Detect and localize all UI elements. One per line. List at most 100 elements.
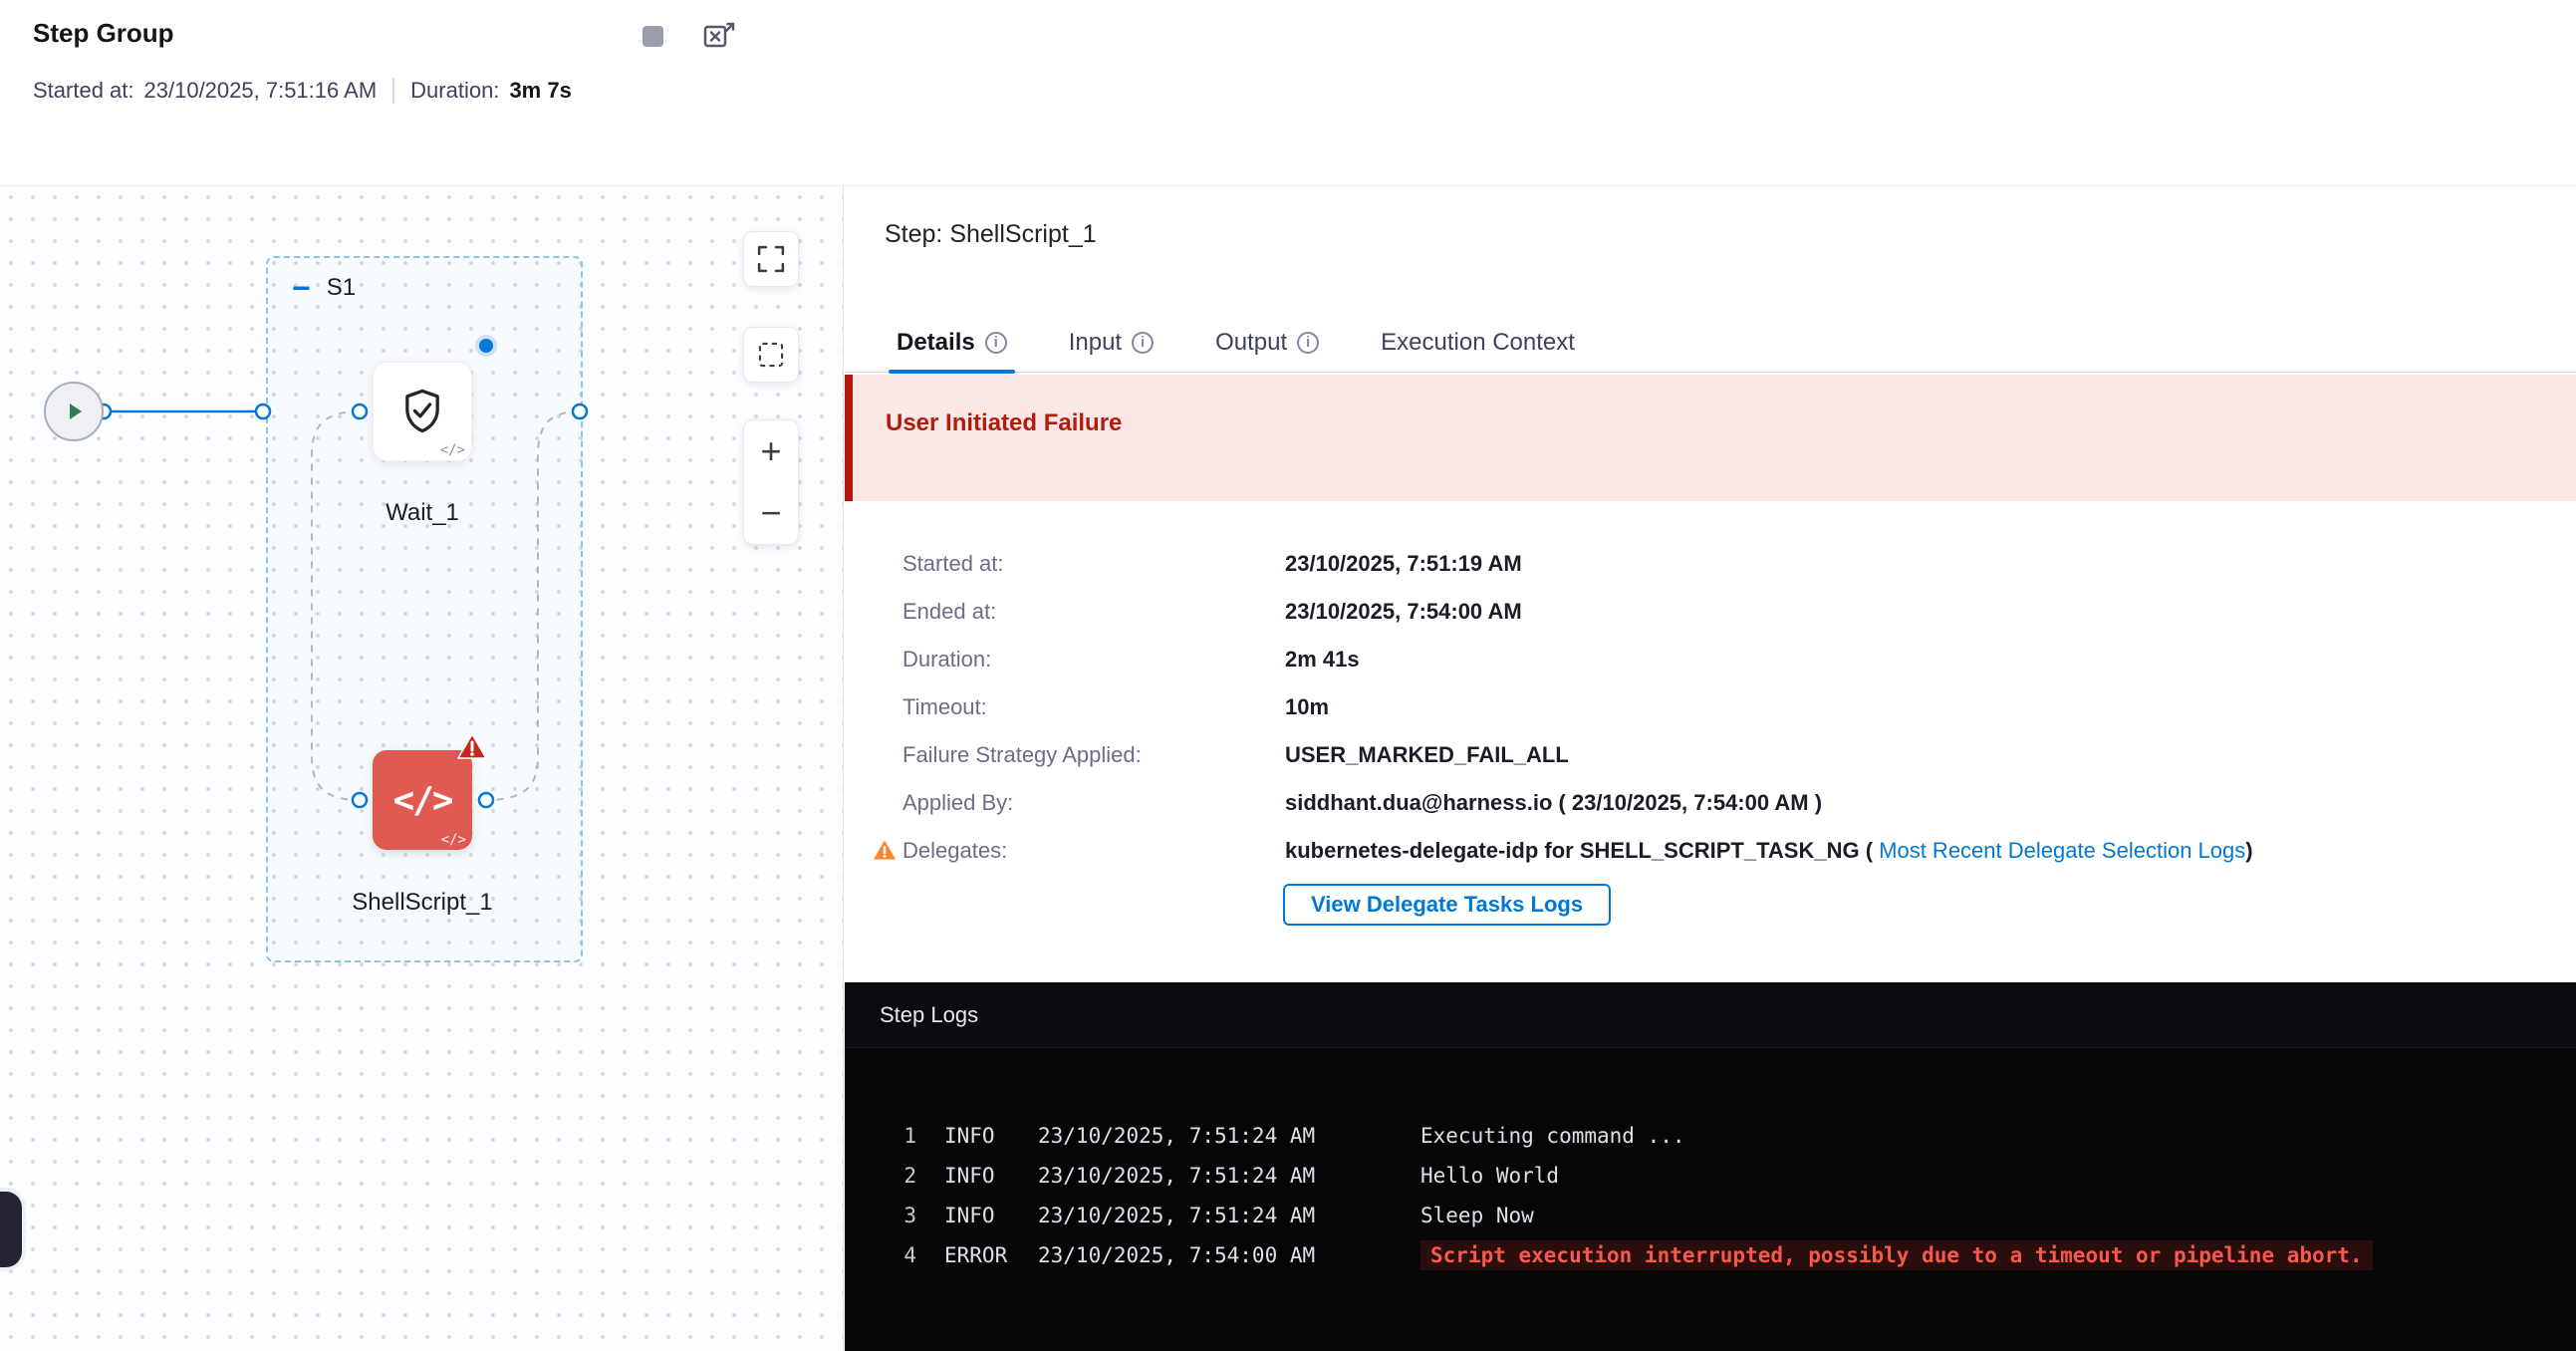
started-at-label: Started at:	[33, 78, 134, 104]
detail-value: kubernetes-delegate-idp for SHELL_SCRIPT…	[1285, 838, 2253, 864]
template-code-glyph: </>	[440, 442, 465, 458]
error-triangle-icon	[457, 732, 487, 760]
log-timestamp: 23/10/2025, 7:51:24 AM	[1038, 1164, 1420, 1188]
failure-banner-text: User Initiated Failure	[886, 409, 1122, 436]
log-line-number: 4	[881, 1243, 916, 1267]
detail-value: 23/10/2025, 7:51:19 AM	[1285, 551, 1522, 577]
tab-details-label: Details	[897, 329, 975, 357]
node-shellscript-1[interactable]: </> </>	[373, 750, 472, 850]
detail-value: siddhant.dua@harness.io ( 23/10/2025, 7:…	[1285, 790, 1822, 816]
group-header: − S1	[292, 274, 356, 302]
zoom-out-button[interactable]: −	[744, 482, 798, 544]
tab-input-label: Input	[1069, 329, 1122, 357]
log-message: Script execution interrupted, possibly d…	[1420, 1240, 2373, 1270]
tab-output[interactable]: Output i	[1215, 313, 1319, 373]
play-icon	[61, 399, 87, 424]
failure-badge	[457, 732, 487, 765]
log-timestamp: 23/10/2025, 7:51:24 AM	[1038, 1204, 1420, 1227]
log-message: Sleep Now	[1420, 1204, 1534, 1227]
node-wait-1[interactable]: </>	[373, 362, 472, 461]
detail-label: Timeout:	[902, 694, 1285, 720]
canvas-select-button[interactable]	[743, 327, 799, 383]
node-label-shellscript: ShellScript_1	[273, 889, 572, 917]
meta-divider	[392, 78, 394, 104]
tab-execution-context-label: Execution Context	[1381, 329, 1575, 357]
canvas-fullscreen-button[interactable]	[743, 231, 799, 287]
header-bar: Step Group Started at: 23/10/2025, 7:51:…	[0, 0, 2576, 186]
delegate-value-prefix: kubernetes-delegate-idp for SHELL_SCRIPT…	[1285, 838, 1873, 863]
log-line-number: 3	[881, 1204, 916, 1227]
duration-value: 3m 7s	[509, 78, 571, 104]
view-delegate-tasks-logs-button[interactable]: View Delegate Tasks Logs	[1283, 884, 1611, 926]
detail-row: Ended at: 23/10/2025, 7:54:00 AM	[902, 588, 2253, 636]
info-icon: i	[1132, 332, 1154, 354]
tab-output-label: Output	[1215, 329, 1287, 357]
zoom-controls: + −	[743, 419, 799, 545]
detail-label: Ended at:	[902, 599, 1285, 625]
template-code-glyph: </>	[441, 832, 466, 848]
expand-icon	[754, 242, 788, 276]
detail-row: Applied By: siddhant.dua@harness.io ( 23…	[902, 779, 2253, 827]
marquee-select-icon	[754, 338, 788, 372]
pipeline-start-node[interactable]	[44, 382, 104, 441]
started-at-value: 23/10/2025, 7:51:16 AM	[144, 78, 378, 104]
x-frame-icon	[703, 22, 735, 50]
detail-value: 10m	[1285, 694, 1329, 720]
header-icon-group	[643, 22, 735, 50]
detail-label: Applied By:	[902, 790, 1285, 816]
duration-label: Duration:	[410, 78, 499, 104]
step-details-panel: Step: ShellScript_1 Details i Input i Ou…	[845, 186, 2576, 1351]
log-level: INFO	[944, 1164, 1038, 1188]
log-timestamp: 23/10/2025, 7:54:00 AM	[1038, 1243, 1420, 1267]
log-line-number: 1	[881, 1124, 916, 1148]
log-line: 2 INFO 23/10/2025, 7:51:24 AM Hello Worl…	[845, 1156, 2576, 1196]
delegate-value-suffix: )	[2245, 838, 2252, 863]
log-level: ERROR	[944, 1243, 1038, 1267]
detail-label: Delegates:	[902, 838, 1285, 864]
detail-value: USER_MARKED_FAIL_ALL	[1285, 742, 1569, 768]
zoom-in-button[interactable]: +	[744, 420, 798, 482]
log-lines: 1 INFO 23/10/2025, 7:51:24 AM Executing …	[845, 1048, 2576, 1275]
detail-row: Failure Strategy Applied: USER_MARKED_FA…	[902, 731, 2253, 779]
detail-row-delegates: Delegates: kubernetes-delegate-idp for S…	[902, 827, 2253, 875]
detail-row: Duration: 2m 41s	[902, 636, 2253, 683]
log-line-number: 2	[881, 1164, 916, 1188]
tab-details[interactable]: Details i	[897, 313, 1007, 373]
log-message: Executing command ...	[1420, 1124, 1685, 1148]
log-line: 1 INFO 23/10/2025, 7:51:24 AM Executing …	[845, 1116, 2576, 1156]
tab-input[interactable]: Input i	[1069, 313, 1154, 373]
running-status-badge	[475, 335, 497, 357]
page-title: Step Group	[33, 18, 174, 49]
square-icon	[643, 26, 663, 47]
delegate-selection-logs-link[interactable]: Most Recent Delegate Selection Logs	[1879, 838, 2245, 863]
info-icon: i	[985, 332, 1007, 354]
console-view-toggle-button[interactable]	[643, 26, 663, 47]
detail-row: Timeout: 10m	[902, 683, 2253, 731]
detail-value: 23/10/2025, 7:54:00 AM	[1285, 599, 1522, 625]
node-label-wait: Wait_1	[273, 499, 572, 527]
log-timestamp: 23/10/2025, 7:51:24 AM	[1038, 1124, 1420, 1148]
pipeline-canvas[interactable]: − S1 </> Wait_1 </> </>	[0, 186, 844, 1351]
shield-check-icon	[396, 386, 448, 437]
code-icon: </>	[392, 780, 451, 821]
exit-node-view-button[interactable]	[703, 22, 735, 50]
log-line-error: 4 ERROR 23/10/2025, 7:54:00 AM Script ex…	[845, 1235, 2576, 1275]
tab-execution-context[interactable]: Execution Context	[1381, 313, 1575, 373]
collapse-group-icon[interactable]: −	[292, 276, 311, 300]
detail-row: Started at: 23/10/2025, 7:51:19 AM	[902, 540, 2253, 588]
collapsed-panel-handle[interactable]	[0, 1192, 22, 1267]
detail-label: Failure Strategy Applied:	[902, 742, 1285, 768]
warning-icon	[873, 839, 897, 866]
log-level: INFO	[944, 1124, 1038, 1148]
group-label: S1	[327, 274, 356, 302]
failure-banner: User Initiated Failure	[845, 375, 2576, 501]
detail-label: Duration:	[902, 647, 1285, 673]
step-logs-title: Step Logs	[845, 982, 2576, 1048]
execution-meta: Started at: 23/10/2025, 7:51:16 AM Durat…	[33, 78, 572, 104]
log-level: INFO	[944, 1204, 1038, 1227]
step-title: Step: ShellScript_1	[885, 220, 1097, 249]
step-logs-panel: Step Logs 1 INFO 23/10/2025, 7:51:24 AM …	[845, 982, 2576, 1351]
detail-tabs: Details i Input i Output i Execution Con…	[845, 313, 2576, 373]
detail-value: 2m 41s	[1285, 647, 1360, 673]
details-list: Started at: 23/10/2025, 7:51:19 AM Ended…	[902, 540, 2253, 875]
